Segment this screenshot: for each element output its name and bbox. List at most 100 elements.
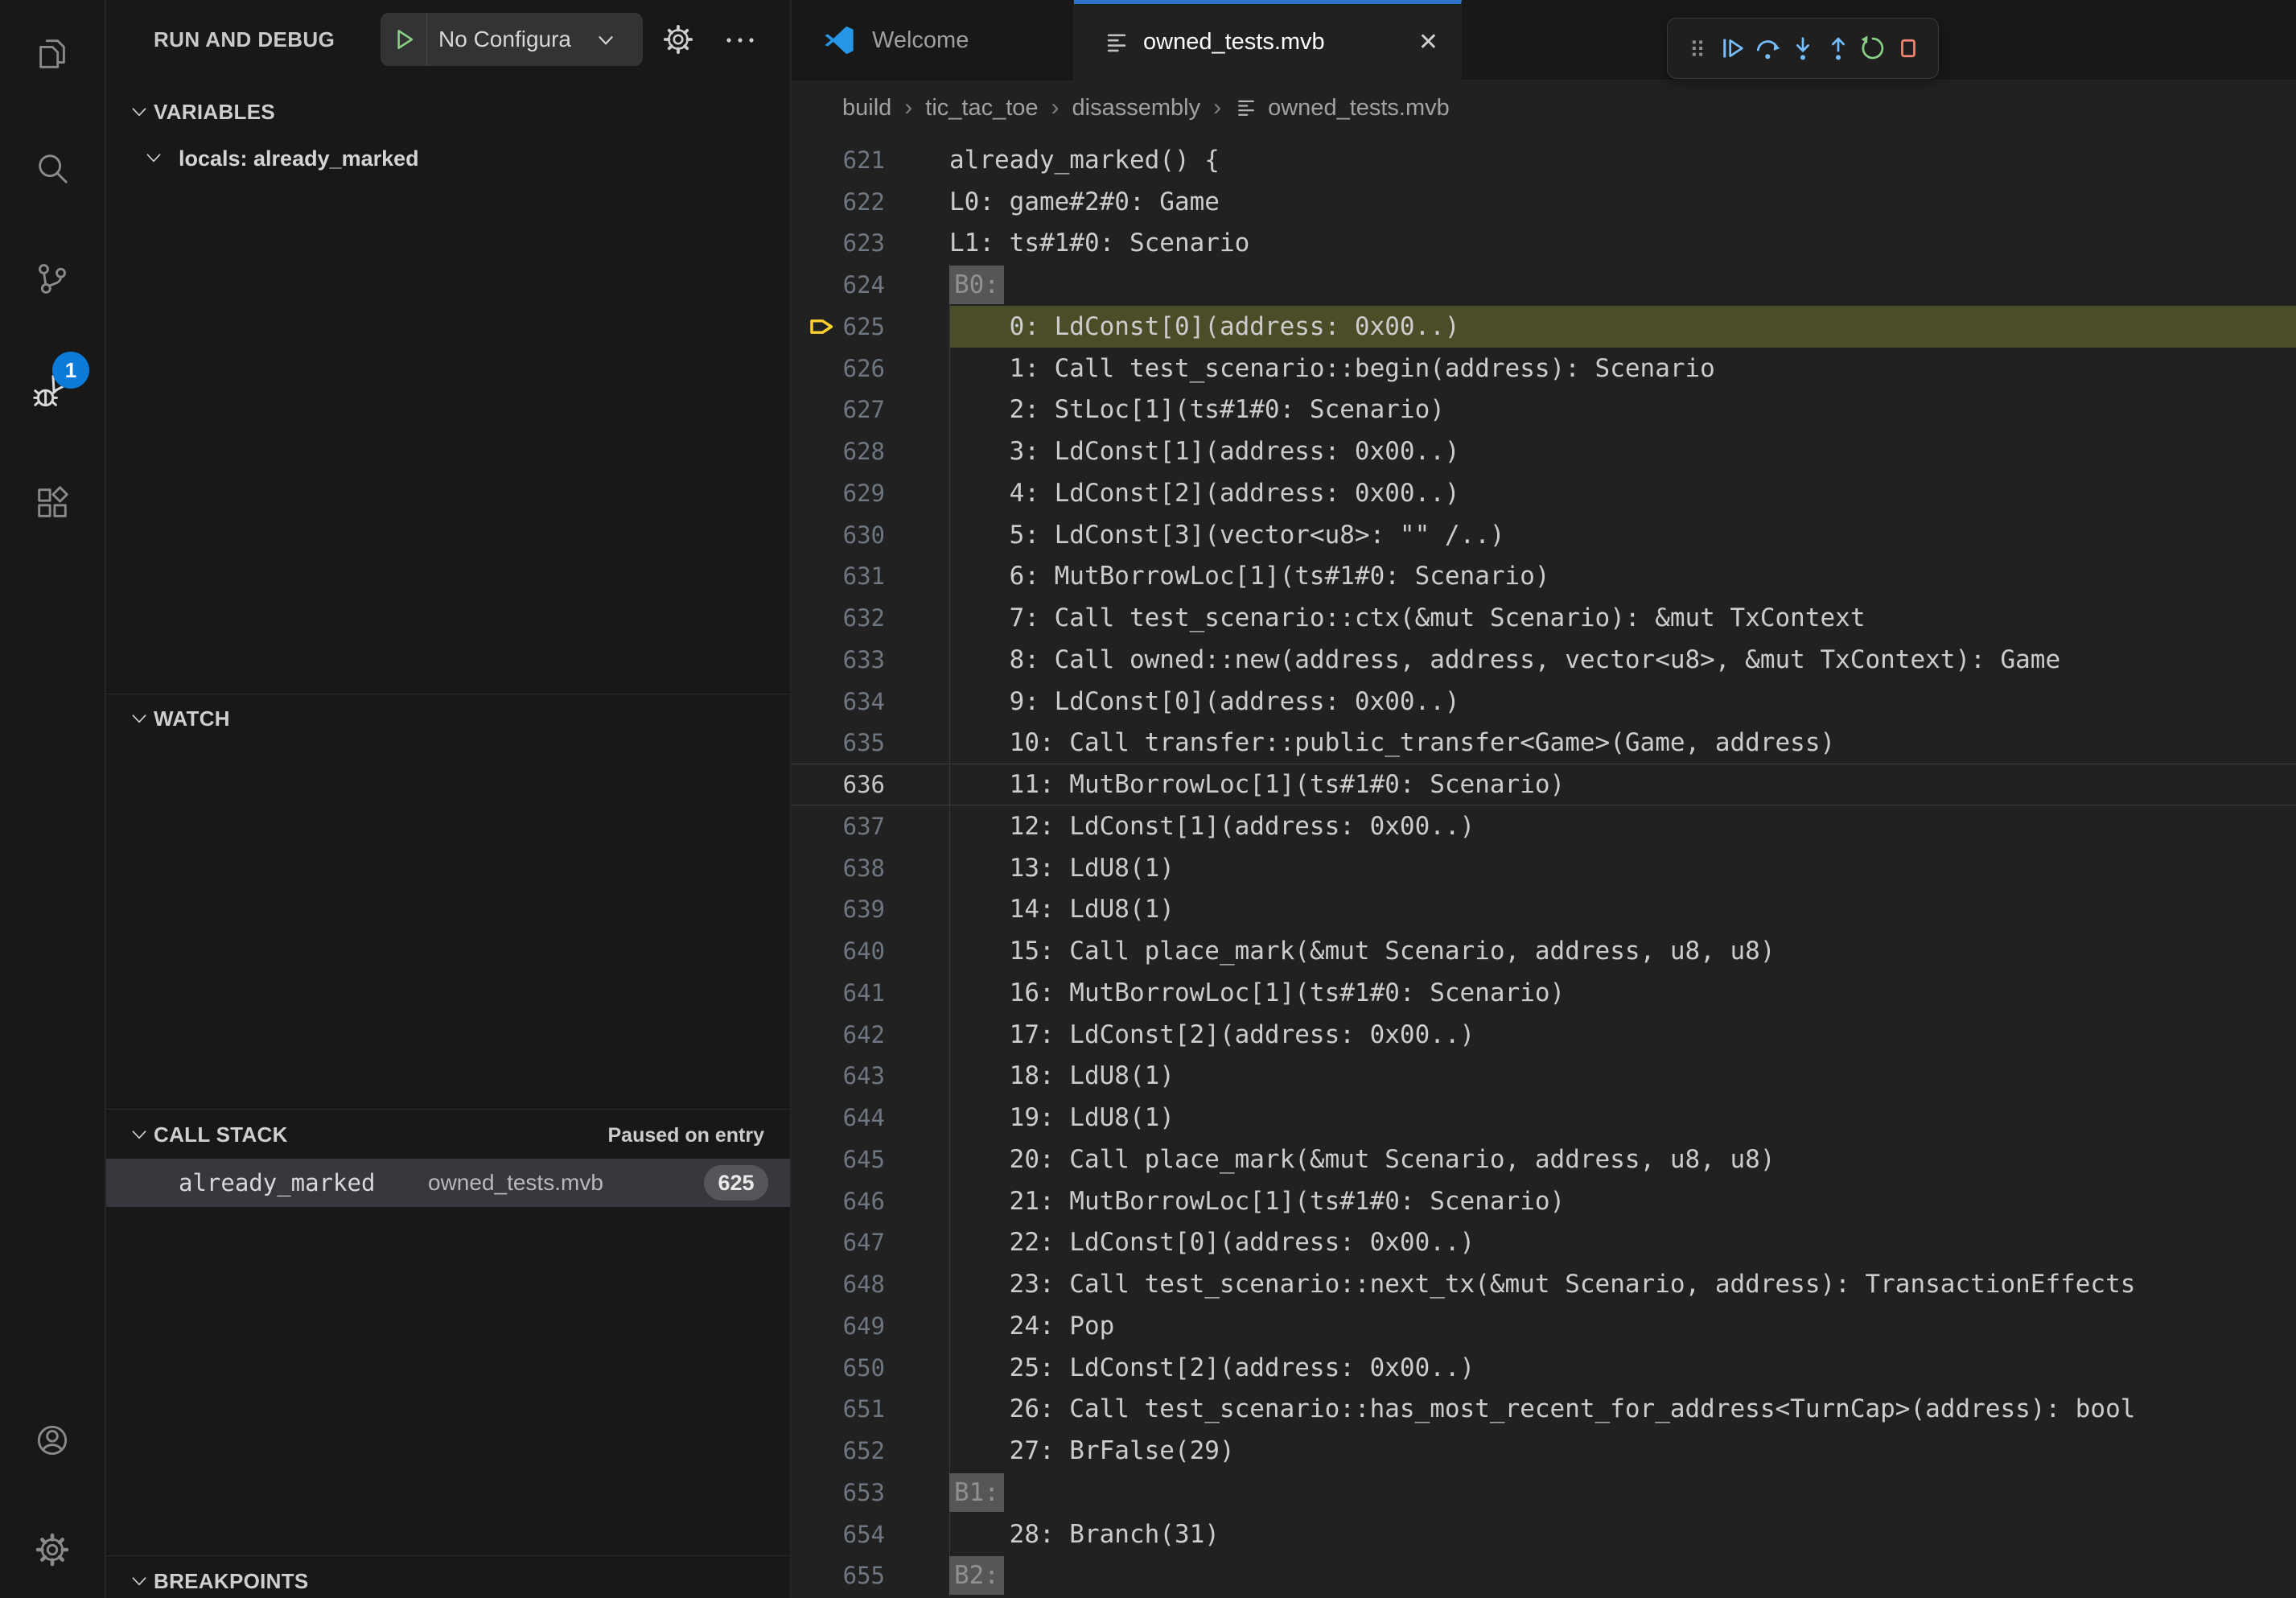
- code-line[interactable]: 621already_marked() {: [792, 139, 2296, 181]
- call-stack-section-header[interactable]: CALL STACK Paused on entry: [106, 1121, 790, 1153]
- line-number[interactable]: 651: [792, 1395, 885, 1423]
- line-number[interactable]: 631: [792, 562, 885, 590]
- more-actions-icon[interactable]: [724, 31, 756, 54]
- line-number[interactable]: 630: [792, 521, 885, 549]
- step-into-icon[interactable]: [1786, 31, 1820, 65]
- line-number[interactable]: 643: [792, 1062, 885, 1089]
- stop-icon[interactable]: [1891, 31, 1925, 65]
- code-line[interactable]: 654 28: Branch(31): [792, 1514, 2296, 1555]
- line-number[interactable]: 648: [792, 1271, 885, 1298]
- chevron-down-icon[interactable]: [595, 28, 617, 51]
- watch-section-header[interactable]: WATCH: [106, 705, 790, 737]
- code-line[interactable]: 648 23: Call test_scenario::next_tx(&mut…: [792, 1263, 2296, 1305]
- code-line[interactable]: 628 3: LdConst[1](address: 0x00..): [792, 430, 2296, 472]
- line-number[interactable]: 636: [792, 771, 885, 798]
- line-number[interactable]: 622: [792, 188, 885, 216]
- line-number[interactable]: 642: [792, 1021, 885, 1048]
- code-line[interactable]: 638 13: LdU8(1): [792, 847, 2296, 889]
- search-icon[interactable]: [27, 143, 77, 193]
- code-line[interactable]: 635 10: Call transfer::public_transfer<G…: [792, 723, 2296, 764]
- tab-welcome[interactable]: Welcome: [792, 0, 1074, 80]
- code-line[interactable]: 633 8: Call owned::new(address, address,…: [792, 639, 2296, 681]
- step-out-icon[interactable]: [1821, 31, 1855, 65]
- line-number[interactable]: 628: [792, 438, 885, 465]
- breadcrumb-file[interactable]: owned_tests.mvb: [1234, 95, 1450, 121]
- breakpoints-section-header[interactable]: BREAKPOINTS: [106, 1567, 790, 1598]
- line-number[interactable]: 653: [792, 1479, 885, 1506]
- line-number[interactable]: 641: [792, 979, 885, 1007]
- code-line[interactable]: 622L0: game#2#0: Game: [792, 181, 2296, 223]
- line-number[interactable]: 650: [792, 1354, 885, 1382]
- line-number[interactable]: 633: [792, 646, 885, 673]
- line-number[interactable]: 625: [792, 313, 885, 340]
- breadcrumb-build[interactable]: build: [842, 95, 891, 121]
- step-over-icon[interactable]: [1751, 31, 1784, 65]
- call-stack-frame[interactable]: already_marked owned_tests.mvb 625: [106, 1159, 790, 1207]
- code-line[interactable]: 637 12: LdConst[1](address: 0x00..): [792, 805, 2296, 847]
- breadcrumb-tic-tac-toe[interactable]: tic_tac_toe: [925, 95, 1038, 121]
- line-number[interactable]: 645: [792, 1146, 885, 1173]
- locals-tree-item[interactable]: locals: already_marked: [106, 142, 790, 179]
- line-number[interactable]: 626: [792, 355, 885, 382]
- line-number[interactable]: 652: [792, 1437, 885, 1464]
- code-line[interactable]: 624B0:: [792, 264, 2296, 306]
- open-launch-json-gear-icon[interactable]: [661, 23, 695, 60]
- code-line[interactable]: 655B2:: [792, 1555, 2296, 1597]
- code-line[interactable]: 650 25: LdConst[2](address: 0x00..): [792, 1347, 2296, 1389]
- code-line[interactable]: 647 22: LdConst[0](address: 0x00..): [792, 1222, 2296, 1264]
- code-line[interactable]: 631 6: MutBorrowLoc[1](ts#1#0: Scenario): [792, 556, 2296, 598]
- code-line[interactable]: 646 21: MutBorrowLoc[1](ts#1#0: Scenario…: [792, 1180, 2296, 1222]
- close-icon[interactable]: ✕: [1418, 28, 1438, 56]
- line-number[interactable]: 654: [792, 1521, 885, 1548]
- code-line[interactable]: 627 2: StLoc[1](ts#1#0: Scenario): [792, 389, 2296, 431]
- extensions-icon[interactable]: [27, 478, 77, 528]
- line-number[interactable]: 647: [792, 1229, 885, 1256]
- code-line[interactable]: 632 7: Call test_scenario::ctx(&mut Scen…: [792, 597, 2296, 639]
- line-number[interactable]: 655: [792, 1562, 885, 1589]
- code-line[interactable]: 629 4: LdConst[2](address: 0x00..): [792, 472, 2296, 514]
- code-line[interactable]: 649 24: Pop: [792, 1305, 2296, 1347]
- continue-icon[interactable]: [1716, 31, 1750, 65]
- line-number[interactable]: 639: [792, 896, 885, 923]
- line-number[interactable]: 634: [792, 688, 885, 715]
- code-line[interactable]: 641 16: MutBorrowLoc[1](ts#1#0: Scenario…: [792, 972, 2296, 1014]
- breadcrumb-disassembly[interactable]: disassembly: [1072, 95, 1201, 121]
- restart-icon[interactable]: [1856, 31, 1890, 65]
- line-number[interactable]: 624: [792, 271, 885, 299]
- config-dropdown[interactable]: No Configura: [427, 27, 595, 52]
- code-line[interactable]: 653B1:: [792, 1472, 2296, 1514]
- line-number[interactable]: 621: [792, 146, 885, 174]
- code-line[interactable]: 651 26: Call test_scenario::has_most_rec…: [792, 1389, 2296, 1431]
- explorer-icon[interactable]: [27, 29, 77, 79]
- grip-icon[interactable]: [1681, 31, 1714, 65]
- line-number[interactable]: 623: [792, 229, 885, 257]
- variables-section-header[interactable]: VARIABLES: [106, 98, 790, 130]
- code-line[interactable]: 623L1: ts#1#0: Scenario: [792, 223, 2296, 265]
- code-line[interactable]: 630 5: LdConst[3](vector<u8>: "" /..): [792, 514, 2296, 556]
- code-line[interactable]: 634 9: LdConst[0](address: 0x00..): [792, 681, 2296, 723]
- code-line[interactable]: 640 15: Call place_mark(&mut Scenario, a…: [792, 930, 2296, 972]
- line-number[interactable]: 646: [792, 1188, 885, 1215]
- code-line[interactable]: 642 17: LdConst[2](address: 0x00..): [792, 1014, 2296, 1056]
- account-icon[interactable]: [27, 1415, 77, 1465]
- tab-owned-tests[interactable]: owned_tests.mvb ✕: [1074, 0, 1462, 80]
- code-line[interactable]: 626 1: Call test_scenario::begin(address…: [792, 348, 2296, 389]
- line-number[interactable]: 637: [792, 813, 885, 840]
- code-line[interactable]: 636 11: MutBorrowLoc[1](ts#1#0: Scenario…: [792, 764, 2296, 805]
- line-number[interactable]: 627: [792, 396, 885, 423]
- code-line[interactable]: 643 18: LdU8(1): [792, 1056, 2296, 1098]
- code-line[interactable]: 639 14: LdU8(1): [792, 889, 2296, 931]
- settings-gear-icon[interactable]: [27, 1525, 77, 1575]
- line-number[interactable]: 649: [792, 1312, 885, 1340]
- line-number[interactable]: 629: [792, 480, 885, 507]
- line-number[interactable]: 635: [792, 729, 885, 756]
- code-line[interactable]: 625 0: LdConst[0](address: 0x00..): [792, 306, 2296, 348]
- code-line[interactable]: 645 20: Call place_mark(&mut Scenario, a…: [792, 1139, 2296, 1180]
- code-line[interactable]: 652 27: BrFalse(29): [792, 1430, 2296, 1472]
- source-control-icon[interactable]: [27, 253, 77, 303]
- code-line[interactable]: 644 19: LdU8(1): [792, 1097, 2296, 1139]
- line-number[interactable]: 640: [792, 937, 885, 965]
- start-debug-button[interactable]: [381, 13, 427, 66]
- line-number[interactable]: 638: [792, 855, 885, 882]
- line-number[interactable]: 632: [792, 604, 885, 632]
